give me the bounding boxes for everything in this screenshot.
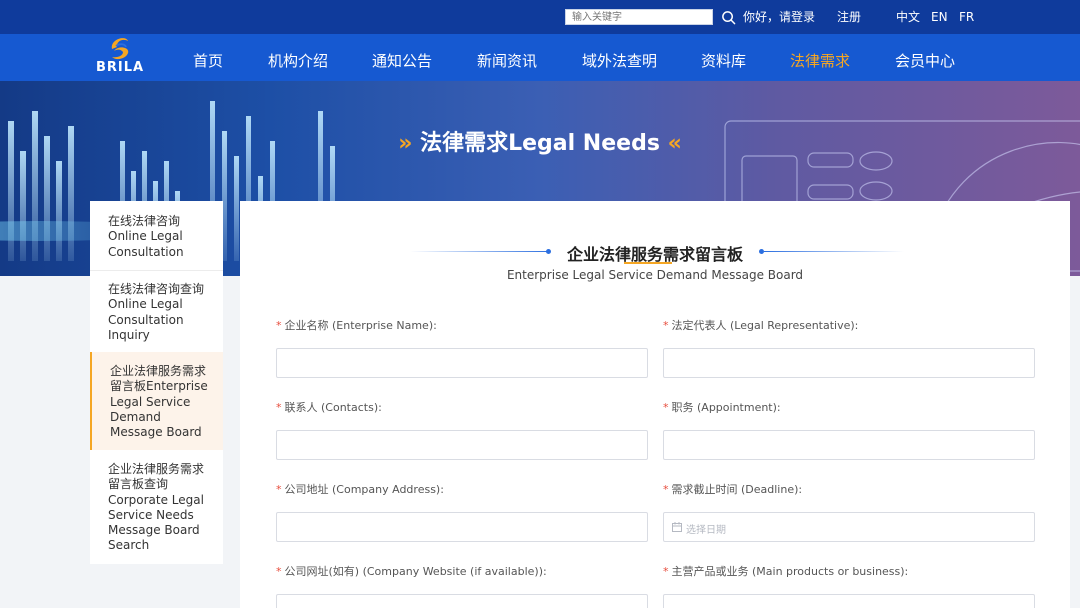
chevron-right-icon: »	[398, 131, 413, 156]
sidebar-item-label: 留言板查询	[108, 477, 169, 492]
lang-zh-link[interactable]: 中文	[896, 10, 920, 25]
required-mark: *	[663, 401, 669, 414]
logo-text: BRILA	[95, 60, 145, 75]
sidebar-item-label: Online Legal	[108, 297, 183, 312]
sidebar-item-label: 留言板Enterprise	[110, 379, 208, 394]
required-mark: *	[663, 565, 669, 578]
nav-foreign-law[interactable]: 域外法查明	[582, 51, 657, 71]
sidebar-item-message-board-search[interactable]: 企业法律服务需求 留言板查询 Corporate Legal Service N…	[90, 462, 223, 554]
calendar-icon	[672, 522, 682, 532]
company-website-input[interactable]	[276, 594, 648, 608]
contacts-input[interactable]	[276, 430, 648, 460]
label-text: 公司地址 (Company Address):	[284, 483, 444, 496]
sidebar-item-label: Service Needs	[108, 507, 194, 522]
company-website-label: * 公司网址(如有) (Company Website (if available…	[276, 565, 547, 579]
message-board-form: 企业法律服务需求留言板 Enterprise Legal Service Dem…	[240, 201, 1070, 608]
required-mark: *	[276, 319, 282, 332]
sidebar-item-label: Demand	[110, 409, 161, 424]
sidebar-menu: 在线法律咨询 Online Legal Consultation 在线法律咨询查…	[90, 201, 223, 564]
nav-about[interactable]: 机构介绍	[268, 51, 328, 71]
label-text: 企业名称 (Enterprise Name):	[284, 319, 437, 332]
logo-icon	[111, 38, 129, 60]
register-link[interactable]: 注册	[837, 10, 861, 25]
sidebar-item-label: 企业法律服务需求	[110, 364, 207, 378]
title-underline	[624, 262, 672, 264]
label-text: 公司网址(如有) (Company Website (if available)…	[284, 565, 547, 578]
lang-fr-link[interactable]: FR	[959, 10, 974, 25]
sidebar-item-label: Message Board	[110, 425, 202, 440]
required-mark: *	[663, 483, 669, 496]
sidebar-item-label: 在线法律咨询	[108, 214, 181, 228]
nav-legal-needs[interactable]: 法律需求	[790, 51, 850, 71]
nav-member-center[interactable]: 会员中心	[895, 51, 955, 71]
sidebar-item-label: Search	[108, 538, 150, 553]
sidebar-item-online-consultation[interactable]: 在线法律咨询 Online Legal Consultation	[90, 214, 223, 260]
nav-home[interactable]: 首页	[193, 51, 223, 71]
sidebar-item-label: Message Board	[108, 523, 200, 538]
login-link[interactable]: 你好，请登录	[743, 10, 815, 25]
brila-logo[interactable]: BRILA	[90, 35, 150, 79]
search-input[interactable]	[565, 9, 713, 25]
legal-rep-label: * 法定代表人 (Legal Representative):	[663, 319, 858, 333]
label-text: 联系人 (Contacts):	[284, 401, 382, 414]
company-address-input[interactable]	[276, 512, 648, 542]
sidebar-item-label: 在线法律咨询查询	[108, 282, 205, 296]
sidebar-item-label: Corporate Legal	[108, 492, 204, 507]
sidebar-item-label: Consultation	[108, 312, 184, 327]
lang-en-link[interactable]: EN	[931, 10, 948, 25]
required-mark: *	[663, 319, 669, 332]
deadline-label: * 需求截止时间 (Deadline):	[663, 483, 802, 497]
sidebar-item-label: Legal Service	[110, 394, 191, 409]
enterprise-name-input[interactable]	[276, 348, 648, 378]
contacts-label: * 联系人 (Contacts):	[276, 401, 382, 415]
label-text: 职务 (Appointment):	[671, 401, 781, 414]
appointment-label: * 职务 (Appointment):	[663, 401, 781, 415]
required-mark: *	[276, 401, 282, 414]
main-products-label: * 主营产品或业务 (Main products or business):	[663, 565, 908, 579]
appointment-input[interactable]	[663, 430, 1035, 460]
banner-title-text: 法律需求Legal Needs	[420, 131, 660, 156]
enterprise-name-label: * 企业名称 (Enterprise Name):	[276, 319, 437, 333]
sidebar-item-label: Consultation	[108, 244, 184, 259]
nav-news[interactable]: 新闻资讯	[477, 51, 537, 71]
required-mark: *	[276, 565, 282, 578]
date-placeholder: 选择日期	[686, 525, 726, 536]
divider	[90, 270, 223, 271]
sidebar-item-label: 企业法律服务需求	[108, 462, 205, 476]
banner-title: » 法律需求Legal Needs «	[0, 125, 1080, 157]
main-products-input[interactable]	[663, 594, 1035, 608]
chevron-left-icon: «	[667, 131, 682, 156]
search-icon[interactable]	[721, 10, 736, 25]
deadline-date-picker[interactable]: 选择日期	[663, 512, 1035, 542]
nav-database[interactable]: 资料库	[701, 51, 746, 71]
sidebar-item-message-board[interactable]: 企业法律服务需求 留言板Enterprise Legal Service Dem…	[90, 352, 223, 450]
company-address-label: * 公司地址 (Company Address):	[276, 483, 444, 497]
form-subtitle: Enterprise Legal Service Demand Message …	[506, 268, 804, 282]
label-text: 法定代表人 (Legal Representative):	[671, 319, 859, 332]
label-text: 需求截止时间 (Deadline):	[671, 483, 803, 496]
legal-rep-input[interactable]	[663, 348, 1035, 378]
sidebar-item-label: Online Legal	[108, 229, 183, 244]
nav-notices[interactable]: 通知公告	[372, 51, 432, 71]
sidebar-item-consultation-inquiry[interactable]: 在线法律咨询查询 Online Legal Consultation Inqui…	[90, 282, 223, 343]
label-text: 主营产品或业务 (Main products or business):	[671, 565, 909, 578]
sidebar-item-label: Inquiry	[108, 327, 150, 342]
required-mark: *	[276, 483, 282, 496]
